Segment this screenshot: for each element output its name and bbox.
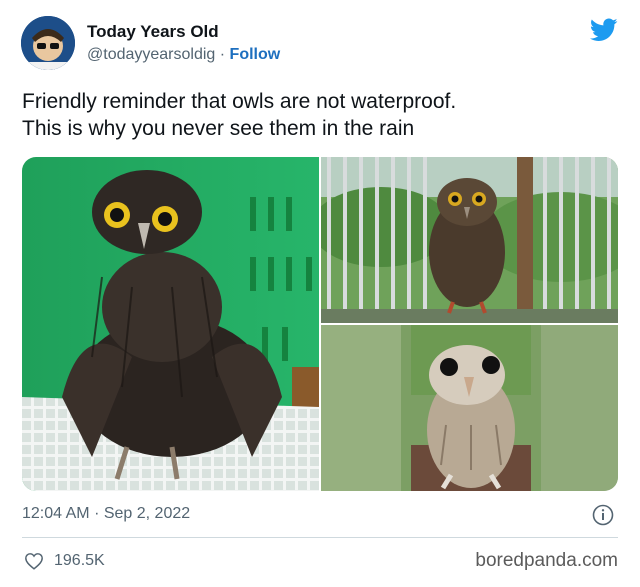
author-handle-row: @todayyearsoldig · Follow xyxy=(87,46,280,64)
like-button[interactable]: 196.5K xyxy=(24,552,105,570)
follow-button[interactable]: Follow xyxy=(230,46,281,63)
wet-owl-photo-2[interactable] xyxy=(321,157,618,323)
tweet-time: 12:04 AM xyxy=(22,505,90,522)
wet-owl-photo-3[interactable] xyxy=(321,325,618,491)
author-name[interactable]: Today Years Old xyxy=(87,22,219,42)
tweet-text-line-1: Friendly reminder that owls are not wate… xyxy=(22,90,457,113)
twitter-bird-icon[interactable] xyxy=(590,18,618,42)
separator-dot: · xyxy=(219,46,226,63)
wet-owl-photo-1[interactable] xyxy=(22,157,319,491)
divider xyxy=(22,537,618,538)
like-count: 196.5K xyxy=(54,552,105,569)
tweet-date: Sep 2, 2022 xyxy=(103,505,191,522)
tweet-text-line-2: This is why you never see them in the ra… xyxy=(22,117,415,140)
author-handle[interactable]: @todayyearsoldig xyxy=(87,46,215,63)
separator-dot: · xyxy=(94,505,100,522)
tweet-card: Today Years Old @todayyearsoldig · Follo… xyxy=(0,0,640,587)
tweet-text: Friendly reminder that owls are not wate… xyxy=(22,88,622,142)
avatar[interactable] xyxy=(21,16,75,70)
tweet-media-grid xyxy=(22,157,618,491)
tweet-timestamp[interactable]: 12:04 AM · Sep 2, 2022 xyxy=(22,505,190,523)
info-icon[interactable] xyxy=(592,504,614,526)
source-credit: boredpanda.com xyxy=(475,550,618,571)
heart-icon xyxy=(25,553,43,570)
